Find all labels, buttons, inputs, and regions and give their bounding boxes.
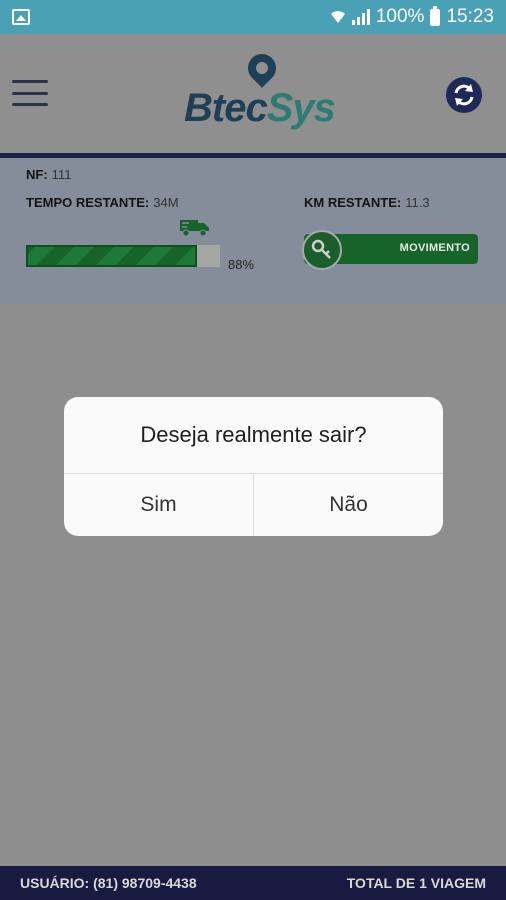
- tempo-value: 34M: [153, 195, 179, 210]
- key-icon: [311, 239, 331, 259]
- refresh-icon: [454, 84, 474, 106]
- footer-user: USUÁRIO: (81) 98709-4438: [20, 875, 197, 891]
- battery-percent: 100%: [375, 6, 425, 27]
- trip-info-panel: NF: 111 TEMPO RESTANTE: 34M KM RESTANTE: 11…: [0, 158, 506, 304]
- hamburger-menu-icon[interactable]: [12, 80, 48, 106]
- status-right: 100% 15:23: [330, 5, 494, 28]
- toggle-knob[interactable]: [302, 230, 342, 270]
- wifi-icon: [330, 11, 345, 23]
- movement-toggle[interactable]: MOVIMENTO: [302, 230, 478, 270]
- km-value: 11.3: [405, 195, 430, 210]
- battery-icon: [430, 5, 441, 26]
- no-button[interactable]: Não: [253, 474, 443, 536]
- km-row: KM RESTANTE: 11.3: [304, 195, 430, 210]
- status-bar: 100% 15:23: [0, 0, 506, 34]
- toggle-label: MOVIMENTO: [399, 242, 470, 254]
- exit-confirm-dialog: Deseja realmente sair? Sim Não: [64, 397, 443, 536]
- progress-fill: [26, 245, 197, 267]
- clock: 15:23: [446, 6, 494, 27]
- footer-bar: USUÁRIO: (81) 98709-4438 TOTAL DE 1 VIAG…: [0, 866, 506, 900]
- nf-value: 111: [51, 167, 72, 182]
- dialog-title: Deseja realmente sair?: [140, 422, 367, 447]
- app-header: BtecSys: [0, 34, 506, 154]
- yes-button[interactable]: Sim: [64, 474, 253, 536]
- location-pin-icon: [242, 48, 282, 88]
- btecsys-logo: BtecSys: [180, 48, 336, 134]
- logo-text: BtecSys: [184, 86, 336, 130]
- progress-percent: 88%: [228, 257, 255, 272]
- signal-icon: [351, 9, 370, 25]
- nf-row: NF: 111: [26, 167, 72, 182]
- dialog-buttons: Sim Não: [64, 474, 443, 536]
- image-icon: [12, 9, 30, 25]
- refresh-button[interactable]: [446, 77, 482, 113]
- truck-icon: [180, 220, 209, 237]
- tempo-row: TEMPO RESTANTE: 34M: [26, 195, 179, 210]
- footer-total: TOTAL DE 1 VIAGEM: [346, 875, 486, 891]
- trip-progress-bar: [26, 245, 220, 267]
